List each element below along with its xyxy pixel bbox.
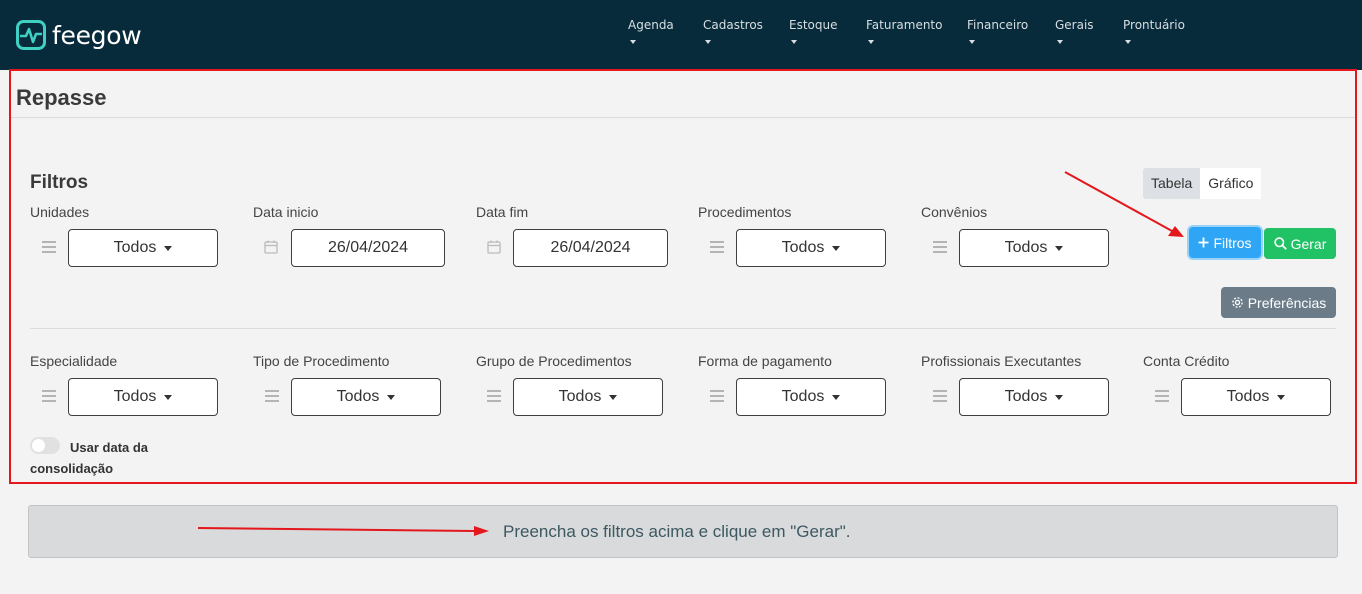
nav-label: Prontuário <box>1123 18 1185 32</box>
caret-down-icon <box>791 40 797 44</box>
caret-down-icon <box>630 40 636 44</box>
nav-prontuario[interactable]: Prontuário <box>1123 18 1185 44</box>
brand-name: feegow <box>52 20 142 50</box>
caret-down-icon <box>868 40 874 44</box>
nav-label: Gerais <box>1055 18 1094 32</box>
nav-agenda[interactable]: Agenda <box>628 18 674 44</box>
caret-down-icon <box>1057 40 1063 44</box>
caret-down-icon <box>969 40 975 44</box>
nav-label: Estoque <box>789 18 838 32</box>
heartbeat-logo-icon <box>16 20 46 50</box>
nav-label: Faturamento <box>866 18 943 32</box>
nav-cadastros[interactable]: Cadastros <box>703 18 763 44</box>
caret-down-icon <box>1125 40 1131 44</box>
nav-gerais[interactable]: Gerais <box>1055 18 1094 44</box>
nav-financeiro[interactable]: Financeiro <box>967 18 1029 44</box>
nav-label: Agenda <box>628 18 674 32</box>
nav-estoque[interactable]: Estoque <box>789 18 838 44</box>
caret-down-icon <box>705 40 711 44</box>
top-navbar: feegow Agenda Cadastros Estoque Faturame… <box>0 0 1362 70</box>
nav-label: Financeiro <box>967 18 1029 32</box>
nav-faturamento[interactable]: Faturamento <box>866 18 943 44</box>
empty-results-message: Preencha os filtros acima e clique em "G… <box>503 522 851 541</box>
nav-label: Cadastros <box>703 18 763 32</box>
brand-logo[interactable]: feegow <box>16 20 142 50</box>
annotation-highlight-box <box>9 69 1357 484</box>
